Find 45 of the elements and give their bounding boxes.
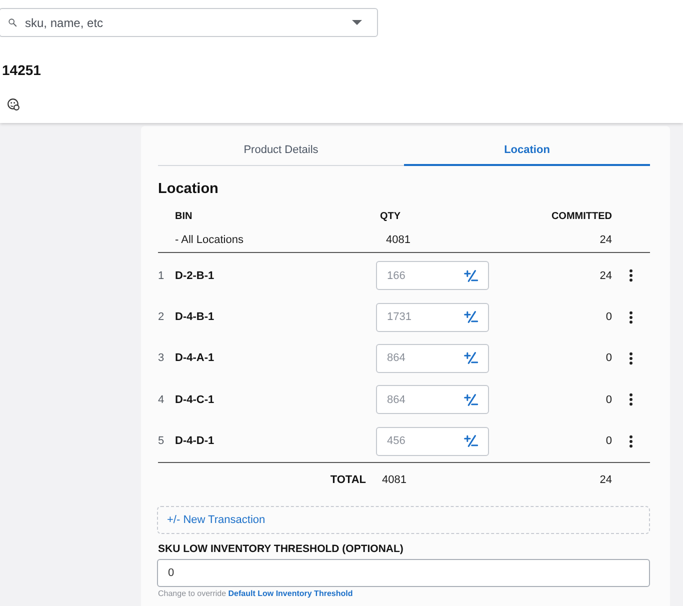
row-number: 2 — [158, 311, 166, 324]
qty-field[interactable]: 864 — [376, 385, 489, 414]
qty-field[interactable]: 456 — [376, 426, 489, 456]
field-label: SKU LOW INVENTORY THRESHOLD (OPTIONAL) — [158, 542, 404, 556]
helper-text: Change to override Default Low Inventory Threshold — [158, 588, 354, 599]
row-number: 3 — [158, 352, 166, 364]
new-transaction-button[interactable]: +/- New Transaction — [157, 506, 650, 534]
committed-cell: 24 — [600, 474, 612, 486]
more-options-icon[interactable] — [629, 269, 633, 282]
qty-field[interactable]: 166 — [376, 261, 489, 290]
column-header: QTY — [379, 210, 402, 222]
committed-cell: 0 — [606, 435, 612, 448]
committed-cell: 0 — [606, 311, 612, 324]
more-options-icon[interactable] — [629, 352, 633, 365]
row-number: 5 — [158, 435, 166, 448]
bin-cell-text: D-4-A-1 — [175, 352, 216, 364]
threshold-input[interactable]: 0 — [157, 558, 650, 587]
bin-cell-text: D-4-C-1 — [175, 394, 216, 406]
bin-cell-text: D-2-B-1 — [175, 270, 216, 282]
search-field[interactable]: sku, name, etc — [0, 8, 378, 37]
committed-cell: 0 — [606, 352, 612, 364]
qty-cell-text: 4081 — [381, 474, 408, 486]
committed-cell: 0 — [606, 394, 612, 406]
column-header: BIN — [175, 210, 194, 222]
committed-cell: 24 — [600, 270, 612, 282]
row-number: 1 — [158, 270, 166, 282]
qty-field[interactable]: 1731 — [376, 302, 489, 332]
tab[interactable]: Location — [404, 138, 650, 166]
product-sku: 14251 — [2, 61, 42, 79]
total-label: TOTAL — [330, 474, 367, 486]
qty-cell-text: 4081 — [385, 234, 412, 246]
bin-cell-text: D-4-B-1 — [175, 311, 216, 324]
column-header: COMMITTED — [551, 210, 612, 222]
committed-cell: 24 — [600, 234, 612, 246]
qty-field[interactable]: 864 — [376, 344, 489, 373]
more-options-icon[interactable] — [629, 434, 633, 448]
row-number: 4 — [158, 394, 166, 406]
section-title: Location — [158, 180, 220, 198]
bin-cell-text: - All Locations — [175, 234, 244, 246]
face-badge-icon[interactable] — [7, 98, 20, 111]
threshold-link[interactable]: Default Low Inventory Threshold — [228, 588, 353, 598]
tab[interactable]: Product Details — [158, 138, 404, 166]
more-options-icon[interactable] — [629, 310, 633, 324]
bin-cell-text: D-4-D-1 — [175, 435, 216, 448]
more-options-icon[interactable] — [629, 393, 633, 406]
